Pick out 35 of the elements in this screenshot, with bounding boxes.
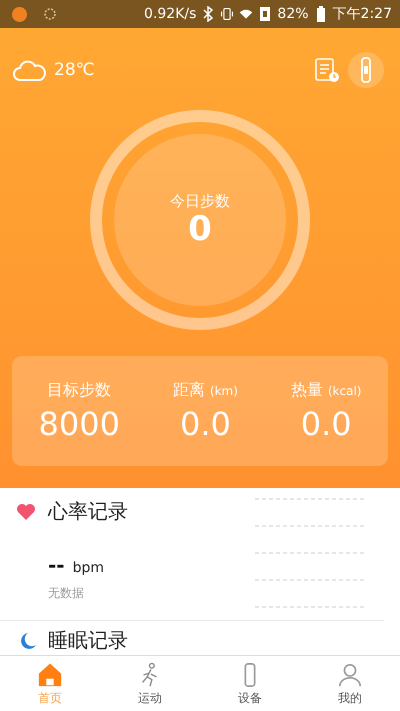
- battery-percent: 82%: [277, 6, 309, 22]
- home-icon: [37, 662, 63, 688]
- cloud-icon: [12, 58, 48, 82]
- heart-rate-title: 心率记录: [48, 498, 128, 525]
- temperature: 28℃: [54, 60, 95, 80]
- no-data-text: 无数据: [48, 585, 85, 602]
- network-speed: 0.92K/s: [144, 6, 196, 22]
- heart-rate-unit: bpm: [72, 560, 104, 576]
- stat-value: 8000: [38, 404, 120, 442]
- stat-unit: (kcal): [328, 384, 362, 398]
- app-icon: [12, 6, 27, 22]
- sleep-title: 睡眠记录: [48, 627, 128, 654]
- stat-label: 热量: [290, 380, 323, 400]
- stat-value: 0.0: [300, 404, 352, 442]
- clock: 下午2:27: [332, 5, 392, 23]
- stat-value: 0.0: [180, 404, 231, 442]
- heart-rate-value: --: [48, 553, 65, 577]
- stat-unit: (km): [210, 384, 238, 398]
- nav-tab[interactable]: 运动: [100, 656, 200, 711]
- steps-count: 0: [188, 210, 212, 248]
- stat-label: 目标步数: [47, 380, 112, 400]
- nav-tab[interactable]: 设备: [200, 656, 300, 711]
- moon-icon: [18, 632, 36, 648]
- vibrate-icon: [220, 6, 234, 22]
- band-icon: [359, 57, 373, 83]
- band-button[interactable]: [348, 52, 384, 88]
- flower-icon: [42, 6, 58, 22]
- person-icon: [337, 662, 363, 688]
- heart-icon: [16, 502, 36, 520]
- history-icon[interactable]: [314, 57, 340, 83]
- steps-label: 今日步数: [170, 192, 230, 211]
- sim-icon: [258, 6, 272, 22]
- nav-tab[interactable]: 我的: [300, 656, 400, 711]
- stat-label: 距离: [172, 380, 205, 400]
- bluetooth-icon: [201, 6, 216, 22]
